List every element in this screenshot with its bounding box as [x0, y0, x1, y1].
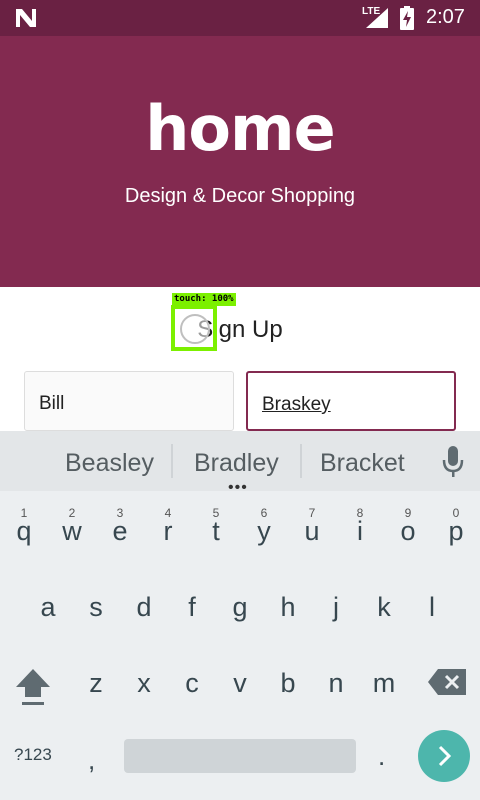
- suggestion-divider: [300, 444, 302, 478]
- key-r[interactable]: 4r: [144, 501, 192, 561]
- app-logo: home: [145, 92, 335, 165]
- soft-keyboard: Beasley Bradley Bracket ••• 1q 2w 3e 4r …: [0, 431, 480, 800]
- key-w[interactable]: 2w: [48, 501, 96, 561]
- battery-charging-icon: [400, 6, 414, 30]
- suggestion-1[interactable]: Beasley: [65, 449, 154, 478]
- first-name-field[interactable]: Bill: [24, 371, 234, 431]
- signal-icon: [366, 8, 388, 28]
- key-j[interactable]: j: [312, 577, 360, 637]
- first-name-value: Bill: [39, 393, 65, 414]
- touch-point-icon: [180, 314, 210, 344]
- key-o[interactable]: 9o: [384, 501, 432, 561]
- key-e[interactable]: 3e: [96, 501, 144, 561]
- shift-icon[interactable]: [14, 667, 52, 707]
- next-button[interactable]: [418, 730, 470, 782]
- suggestion-strip: Beasley Bradley Bracket •••: [0, 431, 480, 496]
- tagline: Design & Decor Shopping: [124, 185, 356, 207]
- key-f[interactable]: f: [168, 577, 216, 637]
- key-c[interactable]: c: [168, 653, 216, 713]
- key-a[interactable]: a: [24, 577, 72, 637]
- key-q[interactable]: 1q: [0, 501, 48, 561]
- space-bar[interactable]: [124, 739, 356, 773]
- status-bar: LTE 2:07: [0, 0, 480, 36]
- key-s[interactable]: s: [72, 577, 120, 637]
- key-b[interactable]: b: [264, 653, 312, 713]
- key-z[interactable]: z: [72, 653, 120, 713]
- more-suggestions-icon[interactable]: •••: [228, 480, 248, 496]
- key-n[interactable]: n: [312, 653, 360, 713]
- hero-banner: home Design & Decor Shopping: [0, 36, 480, 287]
- signup-title: Sign Up: [197, 316, 283, 343]
- key-m[interactable]: m: [360, 653, 408, 713]
- key-x[interactable]: x: [120, 653, 168, 713]
- key-h[interactable]: h: [264, 577, 312, 637]
- microphone-icon[interactable]: [442, 446, 464, 478]
- notification-n-icon: [16, 9, 36, 27]
- suggestion-3[interactable]: Bracket: [320, 449, 405, 478]
- key-l[interactable]: l: [408, 577, 456, 637]
- key-t[interactable]: 5t: [192, 501, 240, 561]
- suggestion-2[interactable]: Bradley: [194, 449, 279, 478]
- key-i[interactable]: 8i: [336, 501, 384, 561]
- symbols-key[interactable]: ?123: [14, 745, 52, 765]
- screen: LTE 2:07 home Design & Decor Shopping Si…: [0, 0, 480, 800]
- key-d[interactable]: d: [120, 577, 168, 637]
- backspace-icon[interactable]: [428, 669, 466, 695]
- key-u[interactable]: 7u: [288, 501, 336, 561]
- comma-key[interactable]: ,: [88, 745, 95, 776]
- suggestion-divider: [171, 444, 173, 478]
- key-p[interactable]: 0p: [432, 501, 480, 561]
- clock: 2:07: [426, 6, 465, 28]
- period-key[interactable]: .: [378, 741, 385, 772]
- last-name-field[interactable]: Braskey: [246, 371, 456, 431]
- key-v[interactable]: v: [216, 653, 264, 713]
- last-name-value: Braskey: [262, 394, 331, 415]
- key-y[interactable]: 6y: [240, 501, 288, 561]
- key-k[interactable]: k: [360, 577, 408, 637]
- key-g[interactable]: g: [216, 577, 264, 637]
- chevron-right-icon: [438, 745, 452, 767]
